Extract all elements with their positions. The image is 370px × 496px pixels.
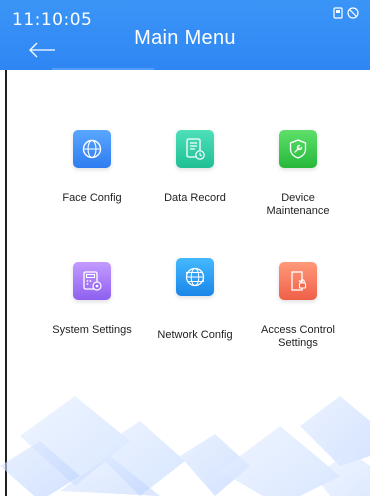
menu-label: Device Maintenance [266,192,330,217]
back-arrow-icon[interactable] [28,42,56,58]
main-menu-screen: 11:10:05 Main Menu Face Config Data Reco… [0,0,370,496]
menu-item-access-control-settings[interactable]: Access Control Settings [243,262,353,350]
wrench-shield-icon [279,130,317,168]
menu-item-system-settings[interactable]: System Settings [37,262,147,337]
menu-label: Network Config [157,329,233,341]
decorative-background-pattern [0,396,370,496]
menu-item-network-config[interactable]: Network Config [140,258,250,342]
menu-item-data-record[interactable]: Data Record [140,130,250,205]
menu-label: Access Control Settings [261,324,335,349]
globe-icon [176,258,214,296]
menu-item-face-config[interactable]: Face Config [37,130,147,205]
menu-label: System Settings [52,324,132,336]
document-clock-icon [176,130,214,168]
menu-label: Data Record [164,192,226,204]
door-lock-icon [279,262,317,300]
status-icons [333,7,359,19]
face-scan-icon [73,130,111,168]
no-signal-icon [347,7,359,19]
calculator-gear-icon [73,262,111,300]
menu-label: Face Config [62,192,122,204]
header-underline [52,68,154,70]
menu-item-device-maintenance[interactable]: Device Maintenance [243,130,353,218]
header-bar: 11:10:05 Main Menu [0,0,370,70]
sd-card-icon [333,7,343,19]
